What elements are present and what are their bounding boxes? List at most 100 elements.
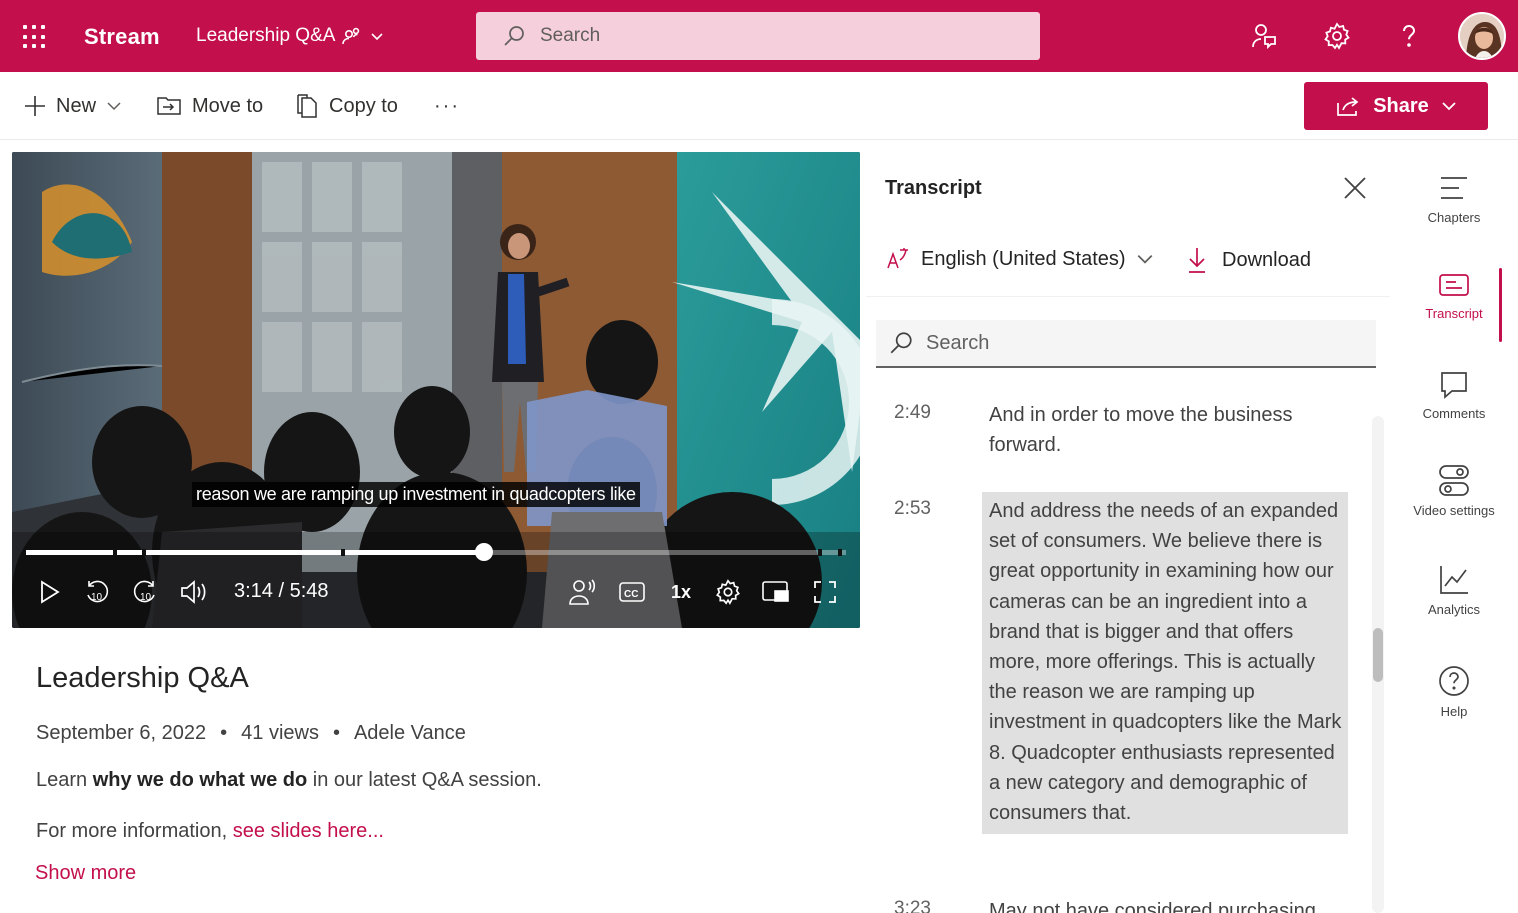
desc-bold: why we do what we do — [92, 769, 308, 791]
app-launcher-icon[interactable] — [22, 24, 48, 50]
transcript-search-input[interactable] — [926, 331, 1366, 355]
show-more-link[interactable]: Show more — [35, 862, 136, 885]
video-description: Learn why we do what we do in our latest… — [36, 769, 542, 792]
rail-chapters[interactable]: Chapters — [1404, 172, 1504, 225]
rail-label: Chapters — [1427, 210, 1481, 225]
transcript-text: May not have considered purchasing — [989, 900, 1316, 913]
meta-separator: • — [332, 722, 340, 744]
transcript-search[interactable] — [876, 320, 1376, 368]
global-search-input[interactable] — [540, 25, 1020, 47]
new-button[interactable]: New — [24, 92, 122, 120]
desc-pre: Learn — [36, 769, 93, 791]
rail-label: Transcript — [1425, 306, 1483, 321]
seek-bar[interactable] — [26, 543, 846, 561]
volume-icon[interactable] — [178, 577, 210, 607]
picture-in-picture-icon[interactable] — [760, 577, 792, 607]
help-question-icon[interactable] — [1393, 20, 1425, 52]
more-actions-button[interactable]: ··· — [434, 92, 460, 120]
transcript-panel-title: Transcript — [885, 177, 982, 199]
transcript-icon — [1439, 274, 1469, 296]
rail-label: Video settings — [1413, 503, 1495, 518]
timecode: 3:14 / 5:48 — [234, 580, 329, 602]
video-date: September 6, 2022 — [36, 722, 207, 744]
play-icon[interactable] — [34, 577, 64, 607]
top-bar: Stream Leadership Q&A — [0, 0, 1518, 72]
transcript-timestamp[interactable]: 2:49 — [894, 402, 931, 424]
panel-divider — [866, 296, 1390, 297]
language-label: English (United States) — [921, 247, 1126, 270]
download-button[interactable]: Download — [1186, 246, 1311, 274]
rail-analytics[interactable]: Analytics — [1404, 564, 1504, 617]
seek-played — [26, 550, 484, 555]
seek-thumb[interactable] — [474, 543, 493, 561]
transcript-timestamp[interactable]: 2:53 — [894, 498, 931, 520]
video-settings-icon — [1439, 465, 1469, 496]
more-info: For more information, see slides here... — [36, 820, 384, 843]
transcript-timestamp[interactable]: 3:23 — [894, 898, 931, 913]
translate-icon — [887, 248, 908, 269]
gear-icon[interactable] — [712, 577, 744, 607]
new-label: New — [56, 94, 97, 117]
video-meta: September 6, 2022 • 41 views • Adele Van… — [36, 722, 466, 745]
video-title: Leadership Q&A — [36, 662, 249, 694]
share-icon — [1337, 97, 1359, 116]
rewind-10-icon[interactable]: 10 — [82, 577, 112, 607]
app-name[interactable]: Stream — [84, 24, 160, 50]
rail-label: Analytics — [1427, 602, 1481, 617]
move-to-button[interactable]: Move to — [156, 92, 263, 120]
chapter-mark[interactable] — [340, 549, 345, 556]
rail-label: Help — [1440, 704, 1468, 719]
group-icon — [342, 27, 360, 45]
rail-help[interactable]: Help — [1404, 664, 1504, 719]
chevron-down-icon — [1442, 102, 1456, 111]
close-icon[interactable] — [1340, 173, 1370, 203]
chevron-down-icon — [1137, 255, 1152, 264]
video-author[interactable]: Adele Vance — [354, 722, 466, 745]
rail-comments[interactable]: Comments — [1404, 370, 1504, 421]
copy-to-button[interactable]: Copy to — [295, 92, 398, 120]
download-label: Download — [1222, 248, 1311, 271]
video-player[interactable]: reason we are ramping up investment in q… — [12, 152, 860, 628]
move-folder-icon — [157, 97, 181, 115]
chapter-mark[interactable] — [818, 549, 823, 556]
chevron-down-icon — [371, 33, 383, 41]
closed-captions-icon[interactable]: CC — [616, 577, 648, 607]
transcript-list[interactable]: 2:49 And in order to move the business f… — [876, 396, 1366, 913]
transcript-scrollbar[interactable] — [1372, 416, 1384, 913]
share-button[interactable]: Share — [1304, 82, 1488, 130]
svg-text:10: 10 — [140, 592, 152, 603]
chapters-icon — [1441, 177, 1467, 199]
rail-active-indicator — [1499, 268, 1502, 342]
plus-icon — [25, 96, 45, 116]
scrollbar-thumb[interactable] — [1373, 628, 1383, 682]
breadcrumb-label: Leadership Q&A — [196, 25, 336, 46]
meta-separator: • — [220, 722, 228, 744]
share-label: Share — [1373, 94, 1429, 117]
comments-icon — [1441, 372, 1467, 399]
search-icon — [504, 26, 524, 46]
avatar[interactable] — [1458, 12, 1506, 60]
language-dropdown[interactable]: English (United States) — [885, 246, 1154, 272]
gear-icon[interactable] — [1321, 20, 1353, 52]
playback-speed-button[interactable]: 1x — [666, 577, 696, 607]
global-search[interactable] — [476, 12, 1040, 60]
forward-10-icon[interactable]: 10 — [130, 577, 160, 607]
svg-text:CC: CC — [624, 589, 638, 600]
fullscreen-icon[interactable] — [810, 577, 840, 607]
rail-transcript[interactable]: Transcript — [1404, 272, 1504, 321]
more-info-text: For more information, — [36, 820, 233, 842]
analytics-icon — [1440, 566, 1468, 594]
chapter-mark[interactable] — [112, 549, 117, 556]
help-icon — [1439, 666, 1469, 696]
slides-link[interactable]: see slides here... — [233, 820, 384, 842]
search-icon — [890, 332, 912, 354]
breadcrumb-site[interactable]: Leadership Q&A — [196, 25, 385, 47]
feedback-icon[interactable] — [1248, 20, 1280, 52]
chapter-mark[interactable] — [141, 549, 146, 556]
speaker-coach-icon[interactable] — [566, 577, 598, 607]
rail-video-settings[interactable]: Video settings — [1404, 464, 1504, 518]
video-caption: reason we are ramping up investment in q… — [192, 482, 640, 507]
command-bar: New Move to Copy to ··· Share — [0, 72, 1518, 140]
copy-to-label: Copy to — [329, 94, 398, 117]
chapter-mark[interactable] — [837, 549, 842, 556]
